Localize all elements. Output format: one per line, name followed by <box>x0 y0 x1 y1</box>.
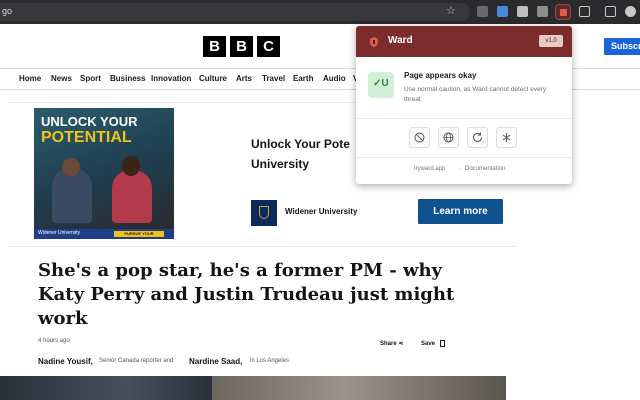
bug-button[interactable] <box>496 127 517 148</box>
ward-extension-button[interactable] <box>555 4 571 20</box>
bug-icon <box>502 133 511 142</box>
nav-business[interactable]: Business <box>110 74 146 83</box>
extension-icon-1[interactable] <box>477 6 488 17</box>
ad-image-footer-button: PURSUE YOUR PROGRAM <box>114 231 164 239</box>
ward-popup: Ward v1.0 ✓U Page appears okay Use norma… <box>356 26 572 184</box>
university-logo <box>251 200 277 226</box>
nav-home[interactable]: Home <box>19 74 41 83</box>
advertiser-name: Widener University <box>285 207 358 216</box>
nav-innovation[interactable]: Innovation <box>151 74 191 83</box>
article-image[interactable] <box>0 376 506 400</box>
article-timestamp: 4 hours ago <box>38 338 70 344</box>
globe-button[interactable] <box>438 127 459 148</box>
article-image-left <box>0 376 212 400</box>
ad-person-2 <box>112 170 152 223</box>
shield-icon <box>259 206 269 219</box>
ward-popup-header: Ward v1.0 <box>356 26 572 57</box>
bbc-logo-b1[interactable]: B <box>203 36 226 57</box>
status-ok-icon-text: ✓U <box>373 78 389 89</box>
ward-version-badge: v1.0 <box>539 35 563 47</box>
globe-icon <box>443 132 454 143</box>
author-1-name[interactable]: Nadine Yousif, <box>38 357 93 366</box>
bookmark-icon <box>439 340 445 347</box>
ad-image-headline-line1: UNLOCK YOUR <box>41 114 138 129</box>
nav-arts[interactable]: Arts <box>236 74 252 83</box>
extension-icon-2[interactable] <box>497 6 508 17</box>
ad-title[interactable]: Unlock Your Pote University <box>251 134 361 174</box>
extension-icon-3[interactable] <box>517 6 528 17</box>
extension-icon-4[interactable] <box>537 6 548 17</box>
nav-sport[interactable]: Sport <box>80 74 101 83</box>
ward-shield-icon <box>560 9 567 16</box>
ad-image-footer: Widener University PURSUE YOUR PROGRAM <box>34 229 174 239</box>
block-button[interactable] <box>409 127 430 148</box>
nav-audio[interactable]: Audio <box>323 74 346 83</box>
save-label: Save <box>421 341 436 348</box>
extensions-puzzle-icon[interactable] <box>579 6 590 17</box>
status-ok-icon: ✓U <box>368 72 394 98</box>
refresh-button[interactable] <box>467 127 488 148</box>
ad-image-headline-line2: POTENTIAL <box>41 129 132 146</box>
nav-news[interactable]: News <box>51 74 72 83</box>
ad-person-1-head <box>62 158 80 176</box>
nav-earth[interactable]: Earth <box>293 74 313 83</box>
subscribe-button[interactable]: Subscri <box>604 38 640 55</box>
ward-title: Ward <box>388 35 413 46</box>
address-text: go <box>2 6 13 16</box>
browser-toolbar: go ☆ <box>0 0 640 24</box>
nav-culture[interactable]: Culture <box>199 74 227 83</box>
status-description: Use normal caution, as Ward cannot detec… <box>404 86 547 103</box>
popup-divider-2 <box>356 157 572 158</box>
bbc-logo-b2[interactable]: B <box>230 36 253 57</box>
ward-logo-icon <box>368 35 380 47</box>
address-bar[interactable]: go ☆ <box>0 3 470 21</box>
ad-image-footer-left: Widener University <box>38 230 80 236</box>
star-icon[interactable]: ☆ <box>446 4 456 17</box>
nav-travel[interactable]: Travel <box>262 74 285 83</box>
popup-divider-1 <box>356 118 572 119</box>
share-icon: ⋖ <box>398 341 404 347</box>
footer-link-documentation[interactable]: Documentation <box>465 166 505 172</box>
refresh-icon <box>473 132 482 142</box>
footer-separator: · <box>458 166 460 172</box>
bbc-logo-c[interactable]: C <box>257 36 280 57</box>
footer-link-tryward[interactable]: tryward.app <box>414 166 445 172</box>
status-title: Page appears okay <box>404 71 477 80</box>
author-2-name[interactable]: Nardine Saad, <box>189 357 242 366</box>
learn-more-button[interactable]: Learn more <box>418 199 503 224</box>
ad-image-headline: UNLOCK YOUR POTENTIAL <box>41 115 138 147</box>
ad-person-1 <box>52 168 92 223</box>
article-headline[interactable]: She's a pop star, he's a former PM - why… <box>38 259 468 331</box>
ad-image[interactable]: UNLOCK YOUR POTENTIAL Widener University… <box>34 108 174 239</box>
side-panel-icon[interactable] <box>605 6 616 17</box>
ad-person-2-head <box>122 156 140 176</box>
article-image-right <box>212 376 506 400</box>
profile-icon[interactable] <box>625 6 636 17</box>
block-icon <box>414 132 425 143</box>
save-button[interactable]: Save <box>421 340 445 347</box>
author-1-role: Senior Canada reporter and <box>99 358 174 364</box>
author-2-role: in Los Angeles <box>250 358 290 364</box>
share-label: Share <box>380 341 397 347</box>
share-button[interactable]: Share ⋖ <box>380 340 403 347</box>
